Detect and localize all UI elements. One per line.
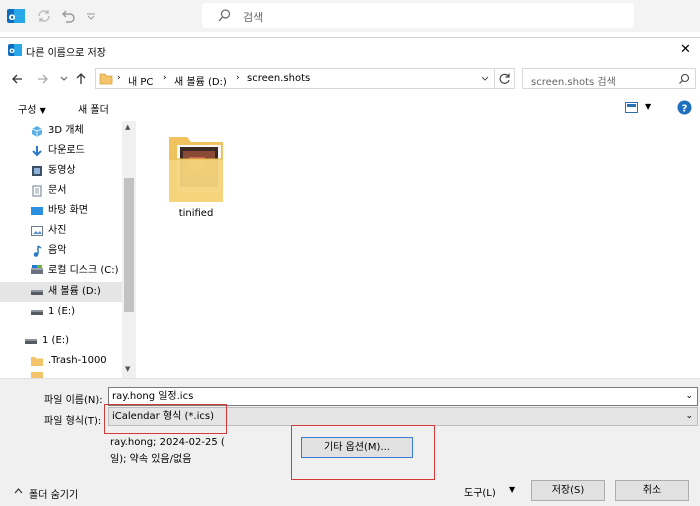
organize-label: 구성 xyxy=(18,105,37,116)
save-button[interactable]: 저장(S) xyxy=(531,480,605,501)
item-info-line-2: 일); 약속 있음/없음 xyxy=(110,454,192,465)
folder-icon xyxy=(99,73,113,85)
view-options-icon[interactable] xyxy=(625,102,638,113)
scrollbar-thumb[interactable] xyxy=(124,178,134,312)
item-info-line-1: ray.hong; 2024-02-25 ( xyxy=(110,437,225,448)
folder-item-label: tinified xyxy=(178,208,214,219)
folder-icon xyxy=(31,357,43,366)
drive-icon xyxy=(31,290,43,295)
undo-icon[interactable] xyxy=(60,8,76,24)
tools-dropdown-icon[interactable]: ▼ xyxy=(509,485,515,494)
nav-item-3d-objects[interactable]: 3D 개체 xyxy=(0,121,122,141)
nav-item-label: 새 볼륨 (D:) xyxy=(48,286,101,297)
drive-icon xyxy=(31,310,43,315)
organize-button[interactable]: 구성 ▼ xyxy=(18,101,46,116)
new-folder-button[interactable]: 새 폴더 xyxy=(78,101,109,116)
svg-text:o: o xyxy=(9,12,16,23)
nav-item-label: 로컬 디스크 (C:) xyxy=(48,265,119,276)
drive-icon xyxy=(31,265,43,274)
dialog-title-bar: o 다른 이름으로 저장 ✕ xyxy=(0,37,700,63)
scroll-up-icon[interactable]: ▲ xyxy=(125,123,130,131)
tree-item-label: 1 (E:) xyxy=(42,335,70,346)
desktop-icon xyxy=(31,207,43,215)
tools-button[interactable]: 도구(L) xyxy=(464,484,496,499)
svg-text:o: o xyxy=(9,46,15,55)
drive-icon xyxy=(25,339,37,344)
search-icon[interactable] xyxy=(678,73,690,85)
address-bar[interactable]: › 내 PC › 새 볼륨 (D:) › screen.shots xyxy=(95,68,515,89)
breadcrumb-volume-d[interactable]: 새 볼륨 (D:) xyxy=(174,73,227,88)
forward-arrow-icon[interactable] xyxy=(37,73,49,85)
nav-item-videos[interactable]: 동영상 xyxy=(0,161,122,181)
nav-item-pictures[interactable]: 사진 xyxy=(0,221,122,241)
organize-dropdown-icon: ▼ xyxy=(39,106,46,115)
help-icon[interactable]: ? xyxy=(677,100,692,115)
pictures-icon xyxy=(31,226,43,236)
nav-item-local-disk-c[interactable]: 로컬 디스크 (C:) xyxy=(0,261,122,281)
music-icon xyxy=(33,245,42,257)
nav-item-label: 1 (E:) xyxy=(48,306,76,317)
address-history-chevron-icon[interactable] xyxy=(481,76,489,82)
outlook-logo-icon[interactable]: o xyxy=(7,7,25,25)
chevron-up-icon[interactable] xyxy=(14,487,23,494)
filename-label: 파일 이름(N): xyxy=(44,395,103,406)
more-options-button[interactable]: 기타 옵션(M)... xyxy=(301,437,413,458)
svg-text:?: ? xyxy=(682,104,688,115)
filetype-highlight-box xyxy=(104,404,227,434)
document-icon xyxy=(32,185,42,197)
download-icon xyxy=(32,146,42,157)
filetype-label: 파일 형식(T): xyxy=(44,416,102,427)
nav-item-label: 바탕 화면 xyxy=(48,205,88,216)
hide-folders-button[interactable]: 폴더 숨기기 xyxy=(29,486,78,501)
nav-item-label: 다운로드 xyxy=(48,145,85,156)
sync-icon[interactable] xyxy=(36,8,52,24)
filename-dropdown-icon[interactable]: ⌄ xyxy=(685,388,693,405)
video-icon xyxy=(32,166,42,176)
tree-item-label: .Trash-1000 xyxy=(48,355,107,366)
outlook-top-bar: o 검색 xyxy=(0,0,700,32)
filename-value: ray.hong 일정.ics xyxy=(112,391,194,402)
tree-item-trash-1000[interactable]: .Trash-1000 xyxy=(0,351,122,371)
search-icon xyxy=(218,9,231,22)
outlook-search-placeholder: 검색 xyxy=(243,11,264,24)
recent-locations-chevron-icon[interactable] xyxy=(60,76,68,82)
tree-item-drive-e[interactable]: 1 (E:) xyxy=(0,331,122,351)
close-icon[interactable]: ✕ xyxy=(680,42,691,57)
breadcrumb-separator-icon[interactable]: › xyxy=(236,73,240,83)
breadcrumb-separator-icon[interactable]: › xyxy=(117,73,121,83)
nav-item-label: 사진 xyxy=(48,225,67,236)
back-arrow-icon[interactable] xyxy=(11,73,23,85)
up-arrow-icon[interactable] xyxy=(75,72,87,85)
nav-item-desktop[interactable]: 바탕 화면 xyxy=(0,201,122,221)
filetype-dropdown-icon[interactable]: ⌄ xyxy=(685,408,693,425)
nav-item-documents[interactable]: 문서 xyxy=(0,181,122,201)
nav-item-volume-d[interactable]: 새 볼륨 (D:) xyxy=(0,282,122,302)
breadcrumb-screen-shots[interactable]: screen.shots xyxy=(247,73,310,84)
scroll-down-icon[interactable]: ▼ xyxy=(125,365,130,373)
dialog-title: 다른 이름으로 저장 xyxy=(26,48,106,59)
3d-objects-icon xyxy=(31,126,43,137)
folder-search-placeholder: screen.shots 검색 xyxy=(531,77,616,88)
folder-search-box[interactable]: screen.shots 검색 xyxy=(522,68,696,89)
nav-item-label: 문서 xyxy=(48,185,67,196)
nav-item-music[interactable]: 음악 xyxy=(0,241,122,261)
nav-item-downloads[interactable]: 다운로드 xyxy=(0,141,122,161)
outlook-search-box[interactable]: 검색 xyxy=(202,3,634,28)
nav-item-label: 동영상 xyxy=(48,165,76,176)
customize-quick-access-icon[interactable] xyxy=(86,12,96,20)
refresh-icon[interactable] xyxy=(498,72,511,85)
cancel-button[interactable]: 취소 xyxy=(615,480,689,501)
nav-item-label: 3D 개체 xyxy=(48,125,84,136)
view-options-chevron-icon[interactable]: ▼ xyxy=(645,102,651,111)
breadcrumb-this-pc[interactable]: 내 PC xyxy=(128,73,153,88)
nav-item-drive-e[interactable]: 1 (E:) xyxy=(0,302,122,322)
folder-item-tinified[interactable] xyxy=(167,135,225,205)
outlook-logo-icon: o xyxy=(8,44,22,56)
nav-item-label: 음악 xyxy=(48,245,67,256)
folder-with-preview-icon xyxy=(169,137,223,202)
command-bar: 구성 ▼ 새 폴더 ▼ ? xyxy=(0,95,700,121)
breadcrumb-separator-icon[interactable]: › xyxy=(163,73,167,83)
navigation-pane[interactable]: 3D 개체 다운로드 동영상 문서 바탕 화면 사진 음악 로컬 디스크 (C:… xyxy=(0,121,136,378)
